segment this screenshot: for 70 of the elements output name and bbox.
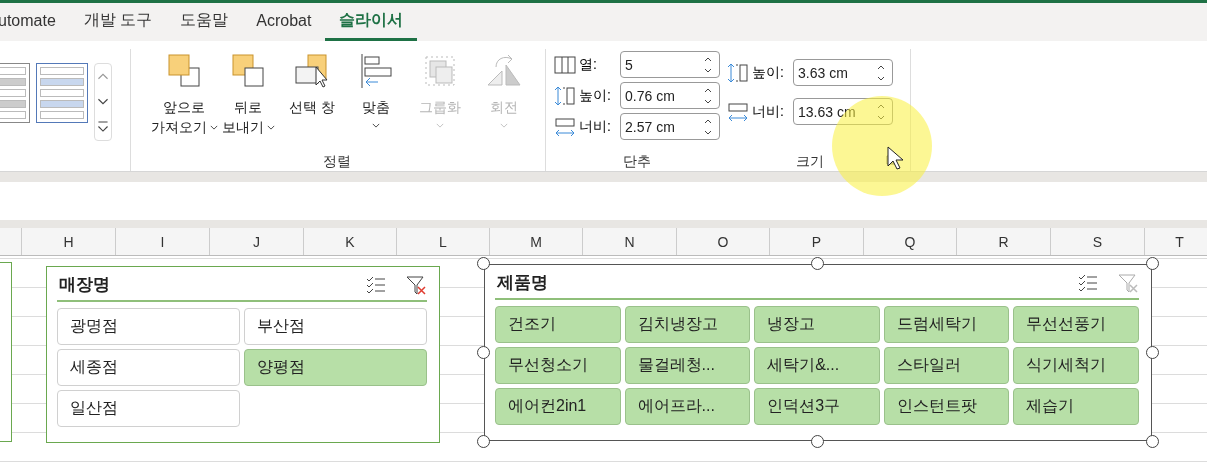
spin-field[interactable]: 13.63 cm — [793, 98, 893, 125]
width-icon — [727, 101, 749, 122]
field-label: 너비: — [752, 102, 785, 121]
columns-icon — [554, 54, 576, 75]
slicer-item[interactable]: 무선청소기 — [495, 347, 621, 384]
height-icon — [554, 85, 576, 106]
clear-filter-icon[interactable] — [405, 273, 427, 296]
slicer-item[interactable]: 제습기 — [1013, 388, 1139, 425]
slicer-item[interactable]: 김치냉장고 — [624, 306, 751, 343]
resize-handle[interactable] — [1146, 435, 1159, 448]
slicer-panel[interactable] — [0, 262, 12, 442]
ribbon-tab[interactable]: 도움말 — [166, 3, 243, 41]
field-label: 열: — [579, 55, 598, 74]
slicer-panel[interactable]: 제품명 건조기 김치냉장고 냉장고 드럼세탁기 무선선풍기 무선청소기 물걸레청... 세탁기&... 스타일러 식기세척기 에어컨2in1 에어프라... 인덕션3구 인스턴트팟 제습기 — [484, 264, 1152, 441]
group-label: 정렬 — [323, 153, 351, 171]
slicer-item[interactable]: 인덕션3구 — [754, 388, 880, 425]
field-label: 높이: — [579, 86, 612, 105]
send-backward-button[interactable]: 뒤로 보내기 — [217, 49, 279, 153]
slicer-item[interactable]: 세종점 — [57, 349, 240, 386]
slicer-title: 제품명 — [497, 272, 549, 294]
slicer-style-thumbnail[interactable] — [36, 63, 88, 123]
slicer-item[interactable]: 냉장고 — [754, 306, 880, 343]
slicer-item[interactable]: 에어컨2in1 — [495, 388, 621, 425]
column-header[interactable]: H — [22, 228, 116, 255]
column-header[interactable]: M — [490, 228, 583, 255]
column-header[interactable]: R — [957, 228, 1051, 255]
column-header[interactable]: I — [116, 228, 210, 255]
group-label: 크기 — [796, 153, 824, 171]
ribbon-tab[interactable]: 개발 도구 — [69, 3, 167, 41]
resize-handle[interactable] — [477, 257, 490, 270]
field-label: 너비: — [579, 117, 612, 136]
slicer-item[interactable]: 물걸레청... — [624, 347, 751, 384]
column-header[interactable]: T — [1145, 228, 1207, 255]
spin-field[interactable]: 5 — [620, 51, 720, 78]
align-button[interactable]: 맞춤 — [345, 49, 407, 153]
slicer-item[interactable]: 광명점 — [57, 308, 240, 345]
slicer-item[interactable]: 양평점 — [244, 349, 427, 386]
column-header[interactable]: L — [397, 228, 490, 255]
column-header[interactable]: S — [1051, 228, 1145, 255]
spin-field[interactable]: 2.57 cm — [620, 113, 720, 140]
height-icon — [727, 62, 749, 83]
column-header[interactable]: N — [583, 228, 677, 255]
slicer-item[interactable]: 드럼세탁기 — [883, 306, 1010, 343]
slicer-item[interactable]: 인스턴트팟 — [883, 388, 1010, 425]
resize-handle[interactable] — [477, 435, 490, 448]
ribbon-tab[interactable]: Acrobat — [242, 3, 326, 41]
spin-field[interactable]: 3.63 cm — [793, 59, 893, 86]
resize-handle[interactable] — [1146, 257, 1159, 270]
slicer-item[interactable]: 에어프라... — [624, 388, 751, 425]
dialog-launcher-icon[interactable] — [886, 155, 896, 165]
slicer-panel[interactable]: 매장명 광명점 부산점 세종점 양평점 일산점 — [46, 266, 440, 443]
slicer-item[interactable]: 일산점 — [57, 390, 240, 427]
bring-forward-button[interactable]: 앞으로 가져오기 — [153, 49, 215, 153]
column-header[interactable]: P — [770, 228, 864, 255]
slicer-item[interactable]: 세탁기&... — [754, 347, 880, 384]
slicer-title: 매장명 — [59, 274, 111, 296]
column-header[interactable]: O — [677, 228, 770, 255]
slicer-item[interactable]: 식기세척기 — [1013, 347, 1139, 384]
width-icon — [554, 116, 576, 137]
slicer-item[interactable]: 스타일러 — [883, 347, 1010, 384]
slicer-item[interactable]: 부산점 — [244, 308, 427, 345]
column-header[interactable]: K — [304, 228, 397, 255]
slicer-item[interactable]: 건조기 — [495, 306, 621, 343]
selection-pane-button[interactable]: 선택 창 — [281, 49, 343, 153]
slicer-item[interactable]: 무선선풍기 — [1013, 306, 1139, 343]
spin-field[interactable]: 0.76 cm — [620, 82, 720, 109]
column-header[interactable]: Q — [864, 228, 957, 255]
column-header[interactable]: J — [210, 228, 304, 255]
group-label: 단추 — [623, 153, 651, 171]
field-label: 높이: — [752, 63, 785, 82]
